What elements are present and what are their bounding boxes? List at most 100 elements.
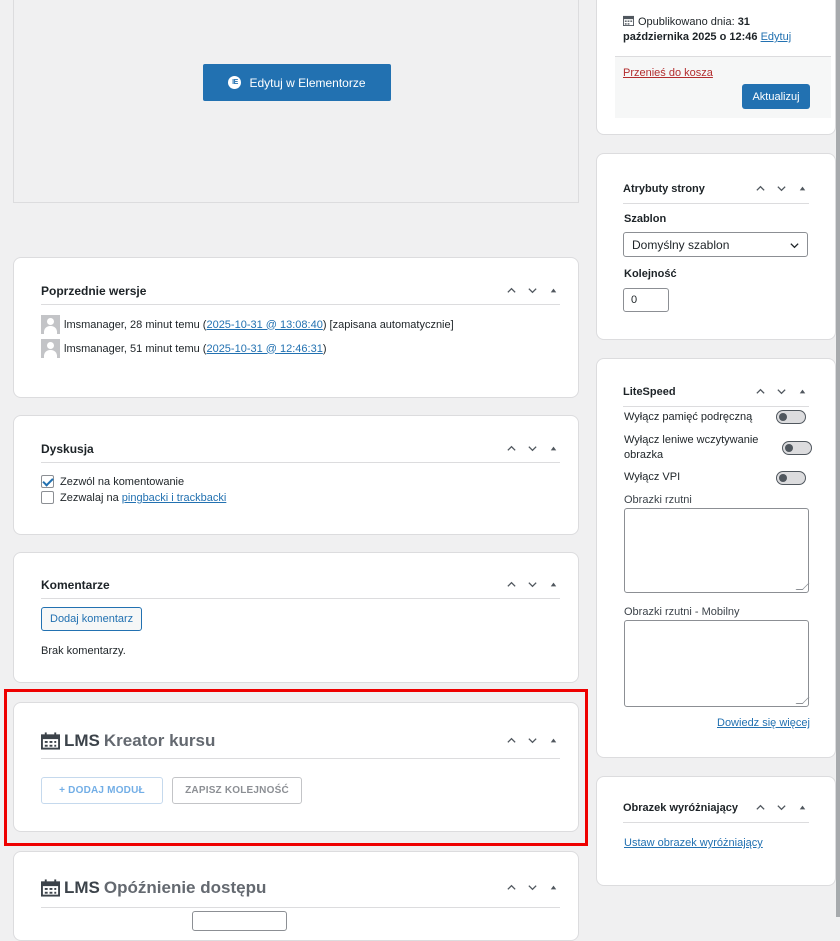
calendar-icon [41, 878, 60, 897]
revision-link[interactable]: 2025-10-31 @ 12:46:31 [206, 343, 322, 355]
template-value: Domyślny szablon [632, 237, 730, 252]
pings-link[interactable]: pingbacki i trackbacki [122, 492, 227, 504]
allow-comments-row: Zezwól na komentowanie [41, 475, 184, 488]
set-featured-image-link[interactable]: Ustaw obrazek wyróżniający [624, 837, 763, 849]
comments-box: Komentarze Dodaj komentarz Brak komentar… [13, 552, 579, 683]
lms-access-delay-box: LMS Opóźnienie dostępu [13, 851, 579, 941]
move-up-icon[interactable] [753, 182, 767, 196]
allow-comments-checkbox[interactable] [41, 475, 54, 488]
box-handles [504, 578, 560, 592]
revision-text: lmsmanager, 28 minut temu (2025-10-31 @ … [64, 318, 454, 331]
allow-pings-checkbox[interactable] [41, 491, 54, 504]
move-up-icon[interactable] [753, 385, 767, 399]
viewport-images-textarea[interactable] [624, 508, 809, 593]
chevron-down-icon [790, 243, 799, 249]
move-down-icon[interactable] [525, 284, 539, 298]
move-up-icon[interactable] [753, 801, 767, 815]
disable-vpi-toggle[interactable] [776, 471, 806, 485]
publish-box: Opublikowano dnia: 31 października 2025 … [596, 0, 836, 135]
lms-builder-accent: Kreator kursu [103, 730, 216, 750]
move-down-icon[interactable] [774, 182, 788, 196]
revisions-box: Poprzednie wersje lmsmanager, 28 minut t… [13, 257, 579, 398]
move-down-icon[interactable] [525, 578, 539, 592]
move-up-icon[interactable] [504, 578, 518, 592]
no-comments-text: Brak komentarzy. [41, 645, 126, 657]
avatar [41, 339, 60, 358]
revision-item: lmsmanager, 28 minut temu (2025-10-31 @ … [41, 315, 454, 334]
calendar-icon [41, 731, 60, 750]
avatar [41, 315, 60, 334]
published-date-text: października 2025 o 12:46 [623, 31, 758, 43]
move-down-icon[interactable] [774, 385, 788, 399]
scrollbar[interactable] [836, 0, 840, 917]
box-handles [753, 801, 809, 815]
viewport-images-label: Obrazki rzutni [624, 494, 692, 506]
litespeed-title: LiteSpeed [623, 385, 676, 398]
collapse-icon[interactable] [795, 182, 809, 196]
collapse-icon[interactable] [546, 442, 560, 456]
elementor-area: IE Edytuj w Elementorze [13, 0, 579, 203]
viewport-images-mobile-textarea[interactable] [624, 620, 809, 707]
revisions-title: Poprzednie wersje [41, 283, 147, 298]
move-up-icon[interactable] [504, 284, 518, 298]
comments-header: Komentarze [41, 571, 560, 599]
move-down-icon[interactable] [774, 801, 788, 815]
box-handles [504, 442, 560, 456]
lms-builder-title: LMS Kreator kursu [41, 731, 504, 751]
add-comment-button[interactable]: Dodaj komentarz [41, 607, 143, 631]
revision-item: lmsmanager, 51 minut temu (2025-10-31 @ … [41, 339, 327, 358]
published-date: Opublikowano dnia: 31 października 2025 … [623, 15, 823, 45]
move-up-icon[interactable] [504, 442, 518, 456]
box-handles [504, 734, 560, 748]
disable-lazyload-label: Wyłącz leniwe wczytywanie obrazka [624, 434, 759, 461]
featured-image-title: Obrazek wyróżniający [623, 801, 738, 814]
order-input[interactable]: 0 [623, 288, 669, 312]
disable-vpi-label: Wyłącz VPI [624, 471, 681, 483]
move-to-trash-link[interactable]: Przenieś do kosza [623, 67, 713, 79]
move-down-icon[interactable] [525, 442, 539, 456]
edit-with-elementor-label: Edytuj w Elementorze [249, 75, 366, 90]
collapse-icon[interactable] [546, 284, 560, 298]
page-attributes-header: Atrybuty strony [623, 174, 809, 204]
box-handles [504, 881, 560, 895]
lms-prefix: LMS [64, 730, 100, 750]
litespeed-header: LiteSpeed [623, 377, 809, 407]
calendar-icon [623, 15, 634, 26]
collapse-icon[interactable] [546, 734, 560, 748]
delay-input[interactable] [192, 911, 287, 931]
order-value: 0 [631, 294, 638, 306]
allow-pings-label: Zezwalaj na pingbacki i trackbacki [60, 491, 227, 504]
template-label: Szablon [624, 213, 667, 225]
elementor-icon: IE [228, 76, 242, 89]
lms-course-builder-box: LMS Kreator kursu + DODAJ MODUŁ ZAPISZ K… [13, 702, 579, 832]
add-module-button[interactable]: + DODAJ MODUŁ [41, 777, 163, 804]
collapse-icon[interactable] [795, 801, 809, 815]
disable-cache-toggle[interactable] [776, 410, 806, 424]
edit-with-elementor-button[interactable]: IE Edytuj w Elementorze [203, 64, 391, 101]
revision-link[interactable]: 2025-10-31 @ 13:08:40 [206, 319, 322, 331]
template-select[interactable]: Domyślny szablon [623, 232, 808, 257]
discussion-title: Dyskusja [41, 441, 94, 456]
collapse-icon[interactable] [546, 881, 560, 895]
learn-more-link[interactable]: Dowiedz się więcej [717, 717, 810, 729]
edit-date-link[interactable]: Edytuj [761, 31, 792, 43]
disable-lazyload-toggle[interactable] [782, 441, 812, 455]
discussion-box: Dyskusja Zezwól na komentowanie Zezwalaj… [13, 415, 579, 535]
move-down-icon[interactable] [525, 734, 539, 748]
move-up-icon[interactable] [504, 734, 518, 748]
lms-delay-accent: Opóźnienie dostępu [103, 877, 267, 897]
collapse-icon[interactable] [546, 578, 560, 592]
revisions-header: Poprzednie wersje [41, 277, 560, 305]
comments-title: Komentarze [41, 577, 110, 592]
allow-comments-label: Zezwól na komentowanie [60, 475, 185, 488]
save-order-button[interactable]: ZAPISZ KOLEJNOŚĆ [172, 777, 302, 804]
collapse-icon[interactable] [795, 385, 809, 399]
viewport-images-mobile-label: Obrazki rzutni - Mobilny [624, 606, 740, 618]
box-handles [753, 182, 809, 196]
lms-builder-header: LMS Kreator kursu [41, 723, 560, 759]
lms-delay-title: LMS Opóźnienie dostępu [41, 878, 504, 898]
move-down-icon[interactable] [525, 881, 539, 895]
featured-image-box: Obrazek wyróżniający Ustaw obrazek wyróż… [596, 776, 836, 886]
move-up-icon[interactable] [504, 881, 518, 895]
update-button[interactable]: Aktualizuj [742, 84, 810, 109]
